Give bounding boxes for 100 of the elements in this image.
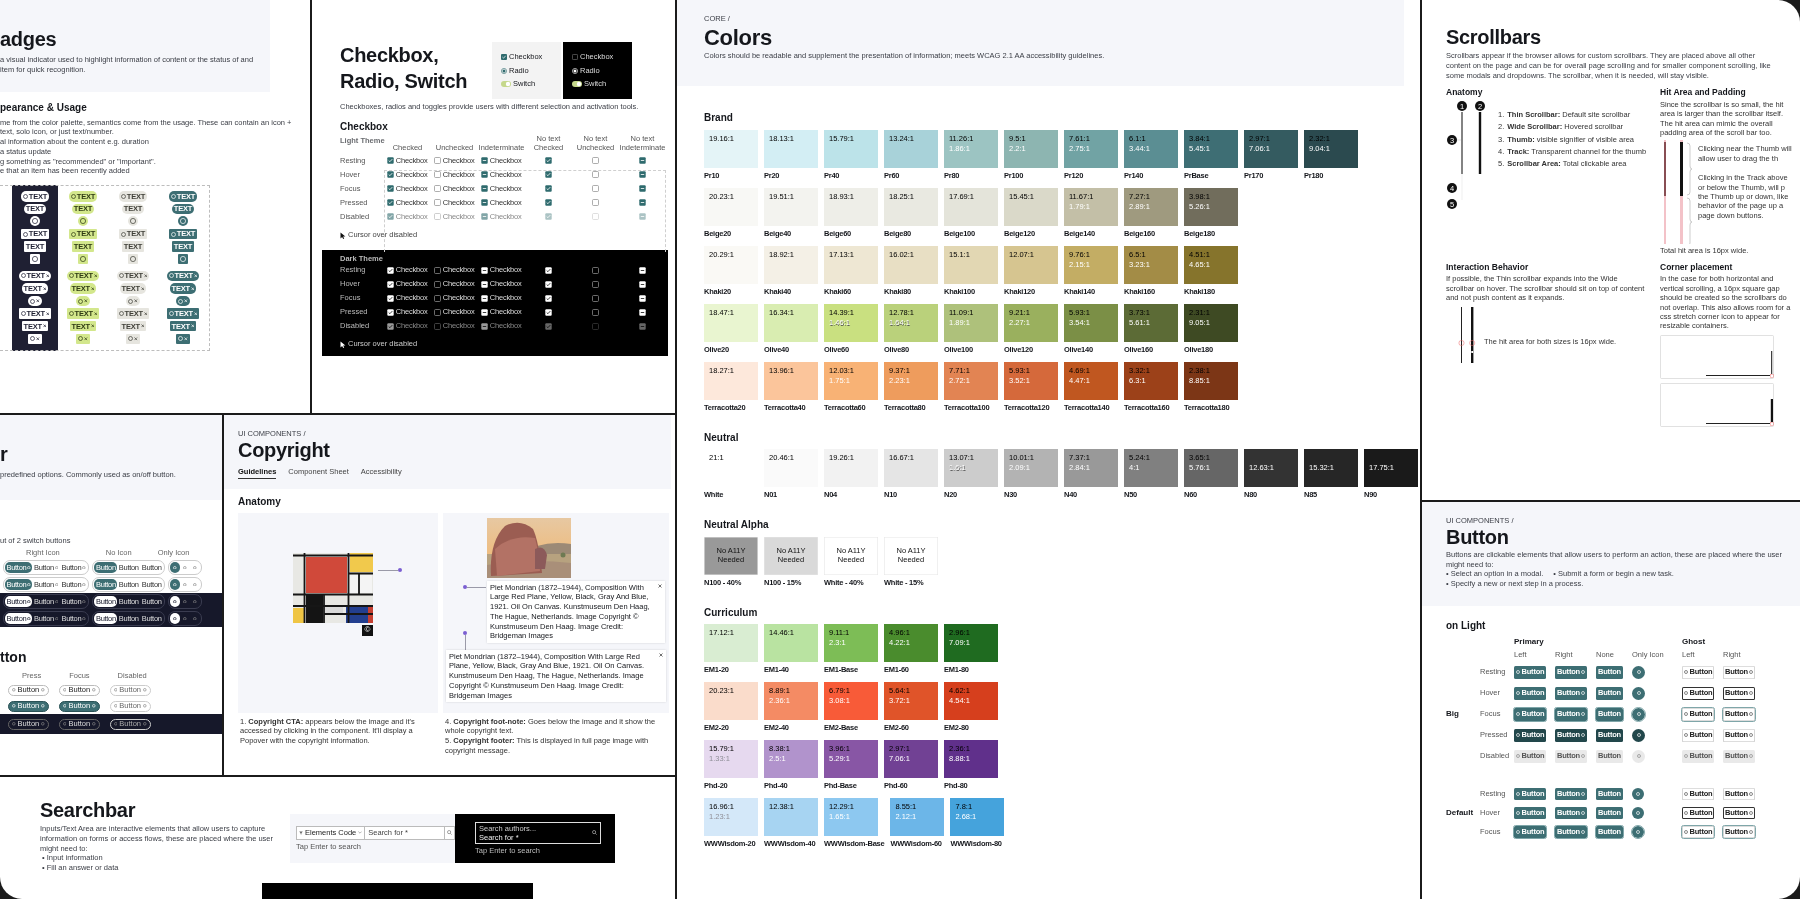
checkbox[interactable] [545,294,552,302]
circle-icon [178,298,184,304]
circle-icon [92,688,96,692]
circle-icon [27,565,31,570]
section-heading: on Light [1446,620,1487,633]
circle-icon [1749,712,1754,716]
page-title: adges [0,28,58,51]
circle-icon [30,298,36,304]
circle-icon [1636,754,1641,758]
circle-icon [1636,691,1641,695]
circle-icon [120,231,126,237]
circle-icon [1684,712,1688,716]
callout-dot [463,630,467,635]
checkbox[interactable] [545,185,552,193]
circle-icon [78,298,84,304]
checkbox[interactable] [639,308,646,316]
checkbox-icon [481,280,489,288]
circle-icon [183,582,187,587]
circle-icon [1684,792,1688,796]
checkbox[interactable] [592,308,599,316]
circle-icon [62,722,67,726]
checkbox[interactable] [639,185,646,193]
circle-icon [1636,830,1640,834]
circle-icon [128,298,134,304]
checkbox-icon [387,294,395,302]
circle-icon [178,336,184,342]
checkbox-icon [387,280,395,288]
section-heading: tton [0,649,28,667]
circle-icon [92,704,96,708]
checkbox[interactable] [592,280,599,288]
checkbox[interactable] [545,199,552,207]
page-title: Button [1446,525,1510,549]
close-icon [134,299,138,303]
checkbox-icon [481,213,489,221]
checkbox-icon [481,157,489,165]
circle-icon [1749,754,1754,758]
icon-button[interactable] [170,613,181,625]
circle-icon [1684,754,1688,758]
circle-icon [41,688,45,692]
checkbox[interactable] [545,157,552,165]
page-title: Colors [704,24,773,51]
circle-icon [1684,811,1688,815]
checkbox[interactable] [639,280,646,288]
section-heading: Checkbox [340,120,389,134]
checkbox[interactable] [592,171,599,179]
close-icon[interactable] [658,583,662,588]
checkbox[interactable] [592,157,599,165]
circle-icon [68,273,74,279]
leader-line [464,634,466,650]
close-icon [36,299,40,303]
checkbox-icon [481,322,489,330]
close-icon [184,337,188,341]
checkbox[interactable] [639,171,646,179]
close-icon [190,324,195,329]
section-heading: Curriculum [704,606,759,619]
cursor-icon [340,341,346,348]
circle-icon [118,273,124,279]
circle-icon [183,616,187,621]
section-heading: Neutral [704,431,740,444]
circle-icon [193,599,197,604]
checkbox-icon [434,171,442,179]
checkbox[interactable] [592,294,599,302]
close-icon [42,324,47,329]
checkbox[interactable] [592,199,599,207]
close-icon [143,311,148,316]
circle-icon [22,193,28,199]
close-icon [93,311,98,316]
checkbox[interactable] [592,266,599,274]
circle-icon [1749,670,1754,674]
checkbox[interactable] [639,294,646,302]
icon-button[interactable] [1632,728,1645,742]
circle-icon [82,599,86,604]
checkbox[interactable] [592,185,599,193]
checkbox-icon [481,308,489,316]
checkbox[interactable] [545,308,552,316]
checkbox[interactable] [639,157,646,165]
checkbox-icon [434,266,442,274]
checkbox[interactable] [545,171,552,179]
circle-icon [1636,811,1640,815]
close-icon[interactable] [659,652,663,657]
checkbox[interactable] [545,266,552,274]
leader-line [378,569,398,571]
search-icon [447,830,453,836]
circle-icon [1684,830,1688,834]
callout-dot [398,567,402,572]
icon-button[interactable] [170,596,181,608]
checkbox-icon [481,266,489,274]
group-heading: Primary [1514,636,1545,648]
circle-icon [170,193,176,199]
checkbox[interactable] [639,266,646,274]
circle-icon [1516,670,1520,674]
circle-icon [41,722,45,726]
section-heading: Corner placement [1660,261,1734,273]
close-icon [193,274,198,278]
checkbox[interactable] [639,199,646,207]
copyright-button[interactable]: © [362,624,373,636]
circle-icon [1581,670,1586,674]
group-heading: Ghost [1682,636,1707,648]
filter-icon [299,830,303,835]
checkbox[interactable] [545,280,552,288]
